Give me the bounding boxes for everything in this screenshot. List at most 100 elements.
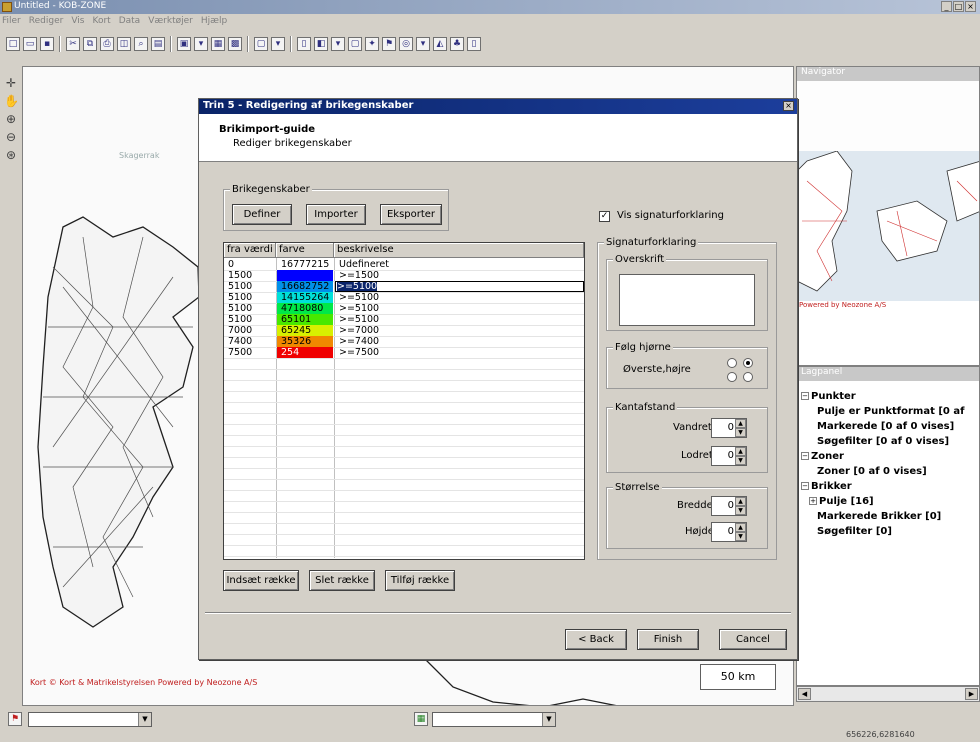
tree-icon[interactable]: ♣ bbox=[450, 37, 464, 51]
cell-color[interactable]: 16777215 bbox=[277, 259, 333, 270]
tree-node-selected-tiles[interactable]: Markerede Brikker [0] bbox=[801, 509, 964, 524]
menu-help[interactable]: Hjælp bbox=[201, 16, 227, 30]
cell-color[interactable]: 35326 bbox=[277, 336, 333, 347]
collapse-icon[interactable]: − bbox=[801, 392, 809, 400]
cell-description[interactable]: >=5100 bbox=[335, 314, 584, 325]
cell-color[interactable]: 14155264 bbox=[277, 292, 333, 303]
menu-edit[interactable]: Rediger bbox=[29, 16, 64, 30]
corner-top-left-radio[interactable] bbox=[727, 358, 737, 368]
window-icon[interactable]: ▢ bbox=[254, 37, 268, 51]
table-icon[interactable]: ▦ bbox=[211, 37, 225, 51]
chevron-down-icon[interactable]: ▼ bbox=[138, 713, 151, 726]
tree-node-zones-list[interactable]: Zoner [0 af 0 vises] bbox=[801, 464, 964, 479]
pan-hand-icon[interactable]: ✋ bbox=[4, 94, 19, 108]
column-header-color[interactable]: farve bbox=[276, 243, 334, 258]
insert-row-button[interactable]: Indsæt række bbox=[223, 570, 299, 591]
zoom-in-icon[interactable]: ⊕ bbox=[4, 112, 18, 126]
tree-node-pool-points[interactable]: Pulje er Punktformat [0 af bbox=[801, 404, 964, 419]
spin-down-icon[interactable]: ▼ bbox=[735, 532, 746, 541]
menu-data[interactable]: Data bbox=[119, 16, 141, 30]
cell-from-value[interactable]: 5100 bbox=[224, 314, 276, 325]
print-icon[interactable]: ⎙ bbox=[100, 37, 114, 51]
copy-icon[interactable]: ⧉ bbox=[83, 37, 97, 51]
navigator-map[interactable] bbox=[797, 151, 979, 301]
chevron-down-icon[interactable]: ▼ bbox=[542, 713, 555, 726]
cell-description[interactable]: >=7400 bbox=[335, 336, 584, 347]
corner-top-right-radio[interactable] bbox=[743, 358, 753, 368]
grid-row[interactable]: 5100 16682752 >=5100 bbox=[224, 281, 584, 292]
column-header-from[interactable]: fra værdi bbox=[224, 243, 276, 258]
scroll-left-icon[interactable]: ◀ bbox=[798, 688, 811, 700]
horizontal-spinner[interactable]: 0 ▲ ▼ bbox=[711, 418, 747, 438]
grid-icon[interactable]: ▦ bbox=[414, 712, 428, 726]
tree-node-pool-tiles[interactable]: + Pulje [16] bbox=[801, 494, 964, 509]
chevron-down-icon[interactable]: ▾ bbox=[271, 37, 285, 51]
grid-row[interactable]: 5100 4718080 >=5100 bbox=[224, 303, 584, 314]
grid-row[interactable]: 7400 35326 >=7400 bbox=[224, 336, 584, 347]
page-icon[interactable]: ▯ bbox=[467, 37, 481, 51]
add-row-button[interactable]: Tilføj række bbox=[385, 570, 455, 591]
tree-node-points[interactable]: − Punkter bbox=[801, 389, 964, 404]
grid-row[interactable]: 5100 65101 >=5100 bbox=[224, 314, 584, 325]
finish-button[interactable]: Finish bbox=[637, 629, 699, 650]
cell-description[interactable]: >=5100 bbox=[335, 292, 584, 303]
grid-row[interactable]: 7500 254 >=7500 bbox=[224, 347, 584, 358]
zoom-extent-icon[interactable]: ⊛ bbox=[4, 148, 18, 162]
cell-description[interactable]: Udefineret bbox=[335, 259, 584, 270]
menu-map[interactable]: Kort bbox=[92, 16, 110, 30]
cell-from-value[interactable]: 5100 bbox=[224, 292, 276, 303]
cell-description[interactable]: >=7000 bbox=[335, 325, 584, 336]
spin-down-icon[interactable]: ▼ bbox=[735, 506, 746, 515]
cell-from-value[interactable]: 7500 bbox=[224, 347, 276, 358]
style-select[interactable]: ▼ bbox=[432, 712, 556, 727]
show-legend-checkbox[interactable]: ✓ bbox=[599, 211, 610, 222]
back-button[interactable]: < Back bbox=[565, 629, 627, 650]
define-button[interactable]: Definer bbox=[232, 204, 292, 225]
cell-from-value[interactable]: 0 bbox=[224, 259, 276, 270]
cell-color[interactable]: 16682752 bbox=[277, 281, 333, 292]
color-class-grid[interactable]: fra værdi farve beskrivelse 0 16777215 Ude… bbox=[223, 242, 585, 560]
print-preview-icon[interactable]: ◫ bbox=[117, 37, 131, 51]
grid-row[interactable]: 5100 14155264 >=5100 bbox=[224, 292, 584, 303]
column-header-description[interactable]: beskrivelse bbox=[334, 243, 584, 258]
frame-icon[interactable]: ▢ bbox=[348, 37, 362, 51]
menu-view[interactable]: Vis bbox=[71, 16, 84, 30]
target-icon[interactable]: ◎ bbox=[399, 37, 413, 51]
grid-row[interactable]: 1500 16711680 >=1500 bbox=[224, 270, 584, 281]
vertical-spinner[interactable]: 0 ▲ ▼ bbox=[711, 446, 747, 466]
cell-color[interactable]: 65245 bbox=[277, 325, 333, 336]
import-button[interactable]: Importer bbox=[306, 204, 366, 225]
layer-select[interactable]: ▼ bbox=[28, 712, 152, 727]
pin-icon[interactable]: ✦ bbox=[365, 37, 379, 51]
menu-tools[interactable]: Værktøjer bbox=[148, 16, 193, 30]
new-file-icon[interactable]: □ bbox=[6, 37, 20, 51]
export-button[interactable]: Eksporter bbox=[380, 204, 442, 225]
cell-from-value[interactable]: 7400 bbox=[224, 336, 276, 347]
tree-node-zones[interactable]: − Zoner bbox=[801, 449, 964, 464]
document-icon[interactable]: ▯ bbox=[297, 37, 311, 51]
collapse-icon[interactable]: − bbox=[801, 452, 809, 460]
cell-color[interactable]: 4718080 bbox=[277, 303, 333, 314]
flag-icon[interactable]: ⚑ bbox=[8, 712, 22, 726]
spin-down-icon[interactable]: ▼ bbox=[735, 456, 746, 465]
spin-up-icon[interactable]: ▲ bbox=[735, 447, 746, 456]
dialog-close-button[interactable]: × bbox=[783, 101, 794, 111]
tree-node-tiles[interactable]: − Brikker bbox=[801, 479, 964, 494]
cell-description[interactable]: >=5100 bbox=[335, 281, 584, 292]
spin-up-icon[interactable]: ▲ bbox=[735, 497, 746, 506]
zoom-out-icon[interactable]: ⊖ bbox=[4, 130, 18, 144]
cell-color[interactable]: 254 bbox=[277, 347, 333, 358]
heading-textbox[interactable] bbox=[619, 274, 755, 326]
spin-up-icon[interactable]: ▲ bbox=[735, 419, 746, 428]
expand-icon[interactable]: + bbox=[809, 497, 817, 505]
height-spinner[interactable]: 0 ▲ ▼ bbox=[711, 522, 747, 542]
cell-from-value[interactable]: 7000 bbox=[224, 325, 276, 336]
cut-icon[interactable]: ✂ bbox=[66, 37, 80, 51]
tree-node-selected-points[interactable]: Markerede [0 af 0 vises] bbox=[801, 419, 964, 434]
tree-node-filter-points[interactable]: Søgefilter [0 af 0 vises] bbox=[801, 434, 964, 449]
scroll-right-icon[interactable]: ▶ bbox=[965, 688, 978, 700]
grid-row[interactable]: 0 16777215 Udefineret bbox=[224, 259, 584, 270]
open-folder-icon[interactable]: ▭ bbox=[23, 37, 37, 51]
grid-row[interactable]: 7000 65245 >=7000 bbox=[224, 325, 584, 336]
cell-from-value[interactable]: 1500 bbox=[224, 270, 276, 281]
